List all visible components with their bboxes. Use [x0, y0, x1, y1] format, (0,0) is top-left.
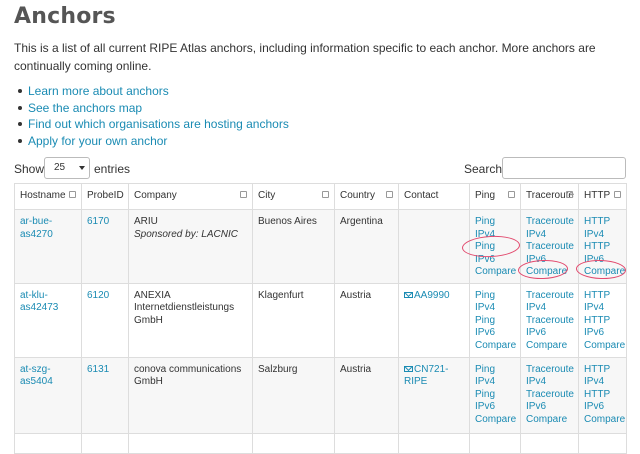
column-header-traceroute[interactable]: Traceroute	[520, 183, 579, 210]
list-item: Apply for your own anchor	[18, 133, 626, 150]
table-header-row: Hostname ProbeID Company City Country Co…	[14, 183, 627, 210]
contact-cell	[398, 209, 470, 284]
city-cell: Salzburg	[252, 356, 335, 434]
anchors-table: Hostname ProbeID Company City Country Co…	[14, 183, 627, 454]
column-header-probeid[interactable]: ProbeID	[81, 183, 129, 210]
column-header-http[interactable]: HTTP	[578, 183, 627, 210]
sort-icon	[566, 191, 573, 198]
probe-id-link[interactable]: 6120	[87, 290, 109, 301]
page-length-select[interactable]: 25	[44, 157, 90, 179]
traceroute-ipv4-link[interactable]: Traceroute IPv4	[526, 290, 574, 315]
sort-icon	[508, 191, 515, 198]
traceroute-compare-link[interactable]: Compare	[526, 414, 574, 427]
table-row	[14, 432, 627, 454]
country-cell: Argentina	[334, 209, 399, 284]
ping-ipv4-link[interactable]: Ping IPv4	[475, 290, 516, 315]
search-input[interactable]	[502, 157, 626, 179]
ping-ipv6-link[interactable]: Ping IPv6	[475, 389, 516, 414]
ping-ipv6-link[interactable]: Ping IPv6	[475, 315, 516, 340]
column-header-contact[interactable]: Contact	[398, 183, 470, 210]
caret-down-icon	[79, 166, 85, 170]
hostname-link[interactable]: at-szg-as5404	[20, 364, 53, 388]
traceroute-ipv4-link[interactable]: Traceroute IPv4	[526, 216, 574, 241]
envelope-icon	[404, 291, 413, 298]
traceroute-ipv6-link[interactable]: Traceroute IPv6	[526, 389, 574, 414]
traceroute-ipv4-link[interactable]: Traceroute IPv4	[526, 364, 574, 389]
list-item: Find out which organisations are hosting…	[18, 116, 626, 133]
traceroute-ipv6-link[interactable]: Traceroute IPv6	[526, 315, 574, 340]
column-header-country[interactable]: Country	[334, 183, 399, 210]
http-ipv6-link[interactable]: HTTP IPv6	[584, 315, 622, 340]
http-compare-link[interactable]: Compare	[584, 340, 625, 353]
table-row: at-klu-as42473 6120 ANEXIA Internetdiens…	[14, 282, 627, 358]
intro-text: This is a list of all current RIPE Atlas…	[14, 41, 596, 73]
hosting-organisations-link[interactable]: Find out which organisations are hosting…	[28, 117, 289, 131]
contact-link[interactable]: AA9990	[404, 290, 450, 301]
show-label: Show	[14, 162, 45, 176]
traceroute-compare-link[interactable]: Compare	[526, 340, 574, 353]
http-ipv4-link[interactable]: HTTP IPv4	[584, 216, 622, 241]
city-cell: Klagenfurt	[252, 282, 335, 358]
company-name: ARIU	[134, 216, 158, 227]
ping-compare-link[interactable]: Compare	[475, 266, 516, 279]
contact-cell: CN721-RIPE	[398, 356, 470, 434]
list-item: See the anchors map	[18, 100, 626, 117]
http-compare-link[interactable]: Compare	[584, 414, 625, 427]
learn-more-link[interactable]: Learn more about anchors	[28, 84, 169, 98]
company-name: ANEXIA Internetdienstleistungs GmbH	[134, 289, 235, 326]
sort-icon	[240, 191, 247, 198]
contact-link[interactable]: CN721-RIPE	[404, 364, 448, 387]
hostname-link[interactable]: ar-bue-as4270	[20, 216, 53, 240]
sort-icon	[69, 191, 76, 198]
http-ipv4-link[interactable]: HTTP IPv4	[584, 290, 622, 315]
company-name: conova communications GmbH	[134, 363, 242, 388]
table-row: at-szg-as5404 6131 conova communications…	[14, 356, 627, 434]
sponsor-text: Sponsored by: LACNIC	[134, 228, 238, 240]
envelope-icon	[404, 365, 413, 372]
page-length-value: 25	[54, 162, 66, 173]
column-header-hostname[interactable]: Hostname	[14, 183, 82, 210]
http-ipv6-link[interactable]: HTTP IPv6	[584, 389, 622, 414]
country-cell: Austria	[334, 356, 399, 434]
ping-ipv4-link[interactable]: Ping IPv4	[475, 364, 516, 389]
anchors-map-link[interactable]: See the anchors map	[28, 101, 142, 115]
search-label: Search:	[464, 162, 506, 176]
apply-anchor-link[interactable]: Apply for your own anchor	[28, 134, 167, 148]
sort-icon	[322, 191, 329, 198]
city-cell: Buenos Aires	[252, 209, 335, 284]
ping-compare-link[interactable]: Compare	[475, 414, 516, 427]
sort-icon	[386, 191, 393, 198]
probe-id-link[interactable]: 6170	[87, 216, 109, 227]
country-cell: Austria	[334, 282, 399, 358]
entries-label: entries	[94, 162, 131, 176]
ping-compare-link[interactable]: Compare	[475, 340, 516, 353]
contact-cell: AA9990	[398, 282, 470, 358]
info-links: Learn more about anchors See the anchors…	[14, 83, 626, 149]
column-header-city[interactable]: City	[252, 183, 335, 210]
sort-icon	[614, 191, 621, 198]
table-controls: Show 25 entries Search:	[14, 157, 626, 181]
hostname-link[interactable]: at-klu-as42473	[20, 290, 58, 314]
column-header-company[interactable]: Company	[128, 183, 253, 210]
list-item: Learn more about anchors	[18, 83, 626, 100]
probe-id-link[interactable]: 6131	[87, 364, 109, 375]
http-ipv4-link[interactable]: HTTP IPv4	[584, 364, 622, 389]
column-header-ping[interactable]: Ping	[469, 183, 521, 210]
page-title: Anchors	[14, 4, 116, 29]
